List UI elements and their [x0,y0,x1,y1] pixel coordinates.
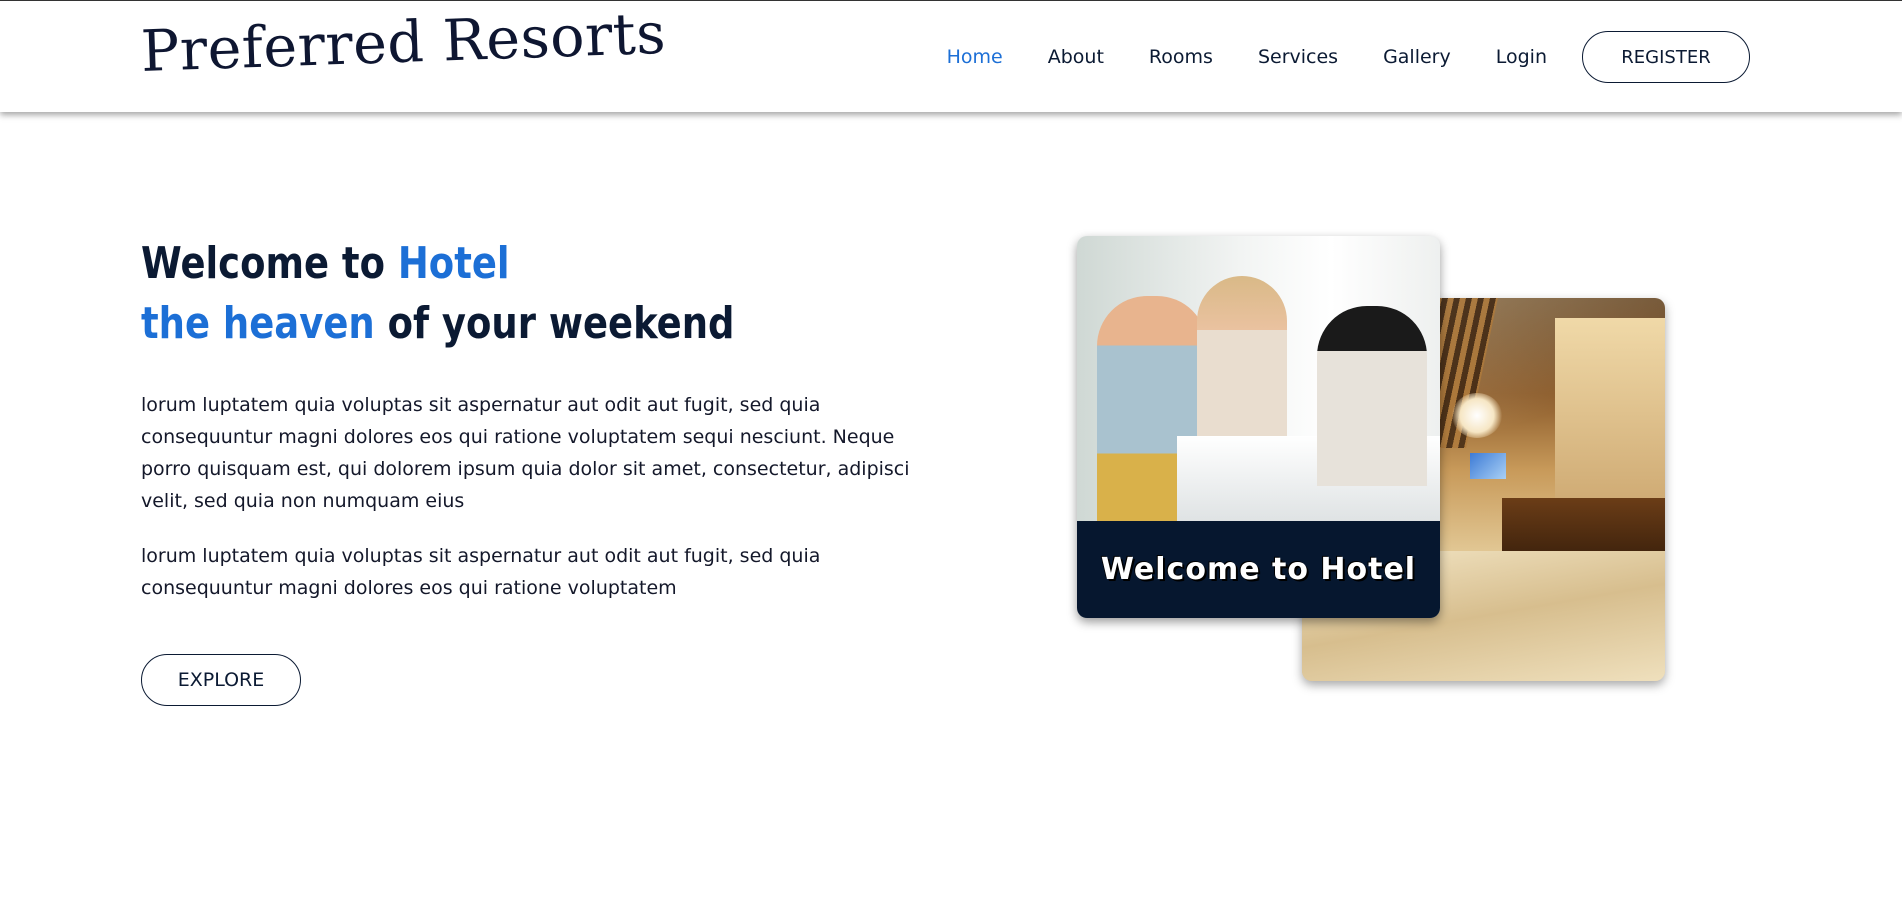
explore-button[interactable]: EXPLORE [141,654,301,706]
hero-title-part: of your weekend [374,298,735,349]
site-header: Preferred Resorts Home About Rooms Servi… [0,0,1902,112]
lobby-screen [1470,453,1506,479]
nav-login[interactable]: Login [1496,46,1547,68]
hero-title-highlight: Hotel [397,238,510,289]
hero-title-line2: the heaven of your weekend [141,298,735,349]
card-caption: Welcome to Hotel [1100,552,1417,587]
nav-services[interactable]: Services [1258,46,1338,68]
nav-rooms[interactable]: Rooms [1149,46,1213,68]
caption-bar: Welcome to Hotel [1077,521,1440,618]
reception-card: Welcome to Hotel [1077,236,1440,618]
hero-title-part: Welcome to [141,238,398,289]
nav-gallery[interactable]: Gallery [1383,46,1451,68]
hero-paragraph-2: lorum luptatem quia voluptas sit asperna… [141,545,821,599]
chandelier-icon [1452,393,1502,438]
hero-title-highlight: the heaven [141,298,375,349]
hero-title-line1: Welcome to Hotel [141,238,510,289]
site-logo[interactable]: Preferred Resorts [140,1,667,85]
reception-photo [1077,236,1440,521]
main-nav: Home About Rooms Services Gallery Login … [902,31,1750,83]
nav-home[interactable]: Home [947,46,1003,68]
nav-about[interactable]: About [1048,46,1104,68]
receptionist [1317,306,1427,486]
hero-paragraph-1: lorum luptatem quia voluptas sit asperna… [141,394,910,512]
lobby-desk [1502,498,1665,558]
register-button[interactable]: REGISTER [1582,31,1750,83]
hero-title: Welcome to Hotel the heaven of your week… [141,234,735,354]
